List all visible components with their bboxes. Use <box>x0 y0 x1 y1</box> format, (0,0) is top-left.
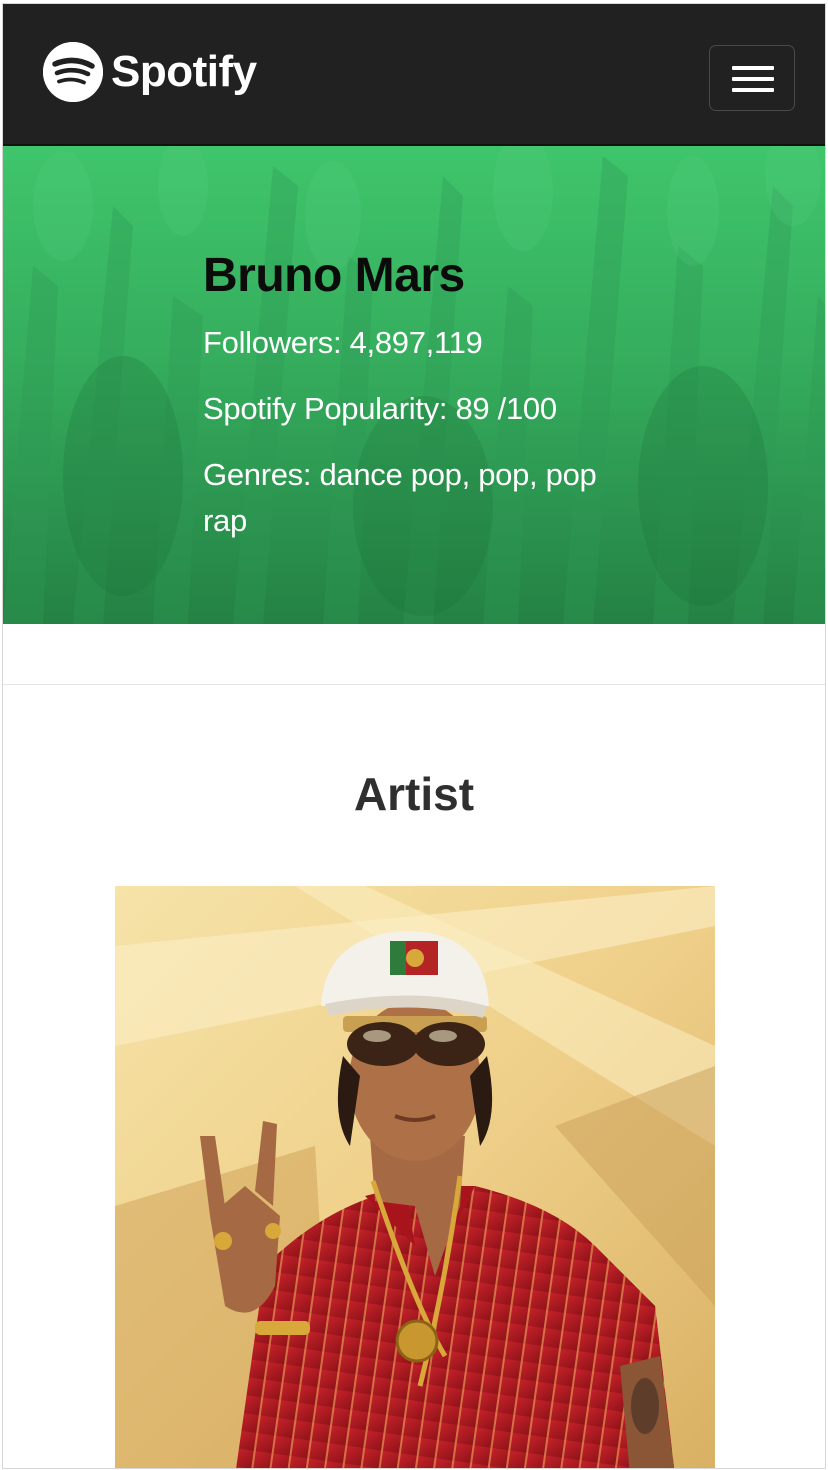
artist-hero: Bruno Mars Followers: 4,897,119 Spotify … <box>3 146 825 624</box>
hamburger-menu-icon-bar <box>732 88 774 92</box>
section-title: Artist <box>353 768 475 820</box>
hamburger-menu-icon-bar <box>732 77 774 81</box>
navbar: Spotify <box>3 4 825 146</box>
artist-info: Bruno Mars Followers: 4,897,119 Spotify … <box>203 246 643 544</box>
brand-link[interactable]: Spotify <box>43 42 257 102</box>
popularity-score: Spotify Popularity: 89 /100 <box>203 391 557 426</box>
section-divider <box>3 684 825 685</box>
page-frame: Spotify Bruno Mars Followers: 4,897,119 … <box>2 3 826 1469</box>
artist-name: Bruno Mars <box>203 249 465 302</box>
navbar-toggle-button[interactable] <box>709 45 795 111</box>
hamburger-menu-icon <box>732 66 774 70</box>
artist-photo <box>115 886 715 1468</box>
brand-name: Spotify <box>111 47 257 96</box>
genres-list: Genres: dance pop, pop, pop rap <box>203 457 597 538</box>
followers-count: Followers: 4,897,119 <box>203 325 483 360</box>
spotify-logo-icon <box>43 42 103 102</box>
